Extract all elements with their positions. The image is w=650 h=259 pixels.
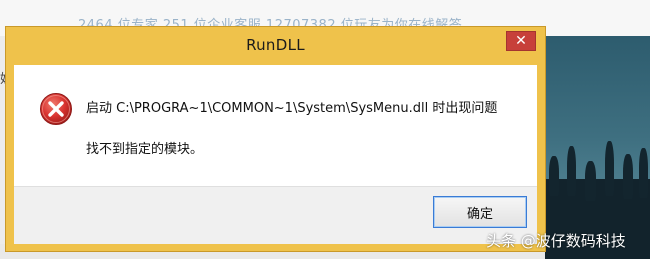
ok-button[interactable]: 确定 — [433, 196, 527, 228]
watermark-text: 头条 @波仔数码科技 — [486, 232, 626, 250]
dialog-title: RunDLL — [246, 36, 305, 54]
dialog-body: 启动 C:\PROGRA~1\COMMON~1\System\SysMenu.d… — [14, 65, 537, 186]
dialog-title-bar[interactable]: RunDLL ✕ — [6, 27, 545, 65]
close-button[interactable]: ✕ — [506, 31, 536, 51]
close-icon: ✕ — [515, 33, 527, 49]
error-message: 启动 C:\PROGRA~1\COMMON~1\System\SysMenu.d… — [86, 101, 498, 116]
rundll-dialog: RunDLL ✕ 启动 C:\PROGRA~1\COMMON~1\System\… — [5, 26, 546, 252]
error-icon — [40, 93, 72, 125]
background-photo — [545, 36, 650, 259]
dialog-footer: 确定 — [14, 186, 537, 244]
error-detail: 找不到指定的模块。 — [86, 142, 204, 157]
